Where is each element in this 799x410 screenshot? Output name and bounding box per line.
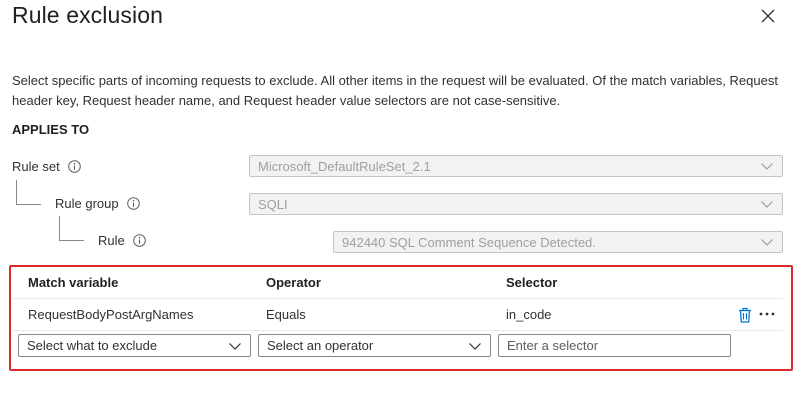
- column-header-operator: Operator: [266, 275, 321, 290]
- rule-dropdown[interactable]: 942440 SQL Comment Sequence Detected.: [333, 231, 783, 253]
- rule-group-value: SQLI: [258, 196, 288, 212]
- chevron-down-icon: [761, 163, 773, 170]
- delete-icon[interactable]: [738, 307, 752, 328]
- info-icon[interactable]: [126, 197, 140, 210]
- tree-connector-rule: [59, 216, 84, 241]
- match-variable-placeholder: Select what to exclude: [27, 338, 158, 353]
- applies-to-heading: APPLIES TO: [12, 122, 90, 137]
- operator-placeholder: Select an operator: [267, 338, 374, 353]
- match-variable-select[interactable]: Select what to exclude: [18, 334, 251, 357]
- rule-group-dropdown[interactable]: SQLI: [249, 193, 783, 215]
- dialog-description: Select specific parts of incoming reques…: [12, 73, 778, 108]
- rule-label-text: Rule: [98, 233, 125, 248]
- info-icon[interactable]: [67, 160, 81, 173]
- row-selector: in_code: [506, 307, 552, 322]
- dialog-title: Rule exclusion: [12, 2, 163, 28]
- more-options-icon[interactable]: [758, 306, 776, 327]
- info-icon[interactable]: [132, 234, 146, 247]
- row-operator: Equals: [266, 307, 306, 322]
- rule-value: 942440 SQL Comment Sequence Detected.: [342, 234, 596, 250]
- chevron-down-icon: [229, 342, 241, 350]
- chevron-down-icon: [761, 201, 773, 208]
- header-divider: [13, 298, 783, 299]
- column-header-selector: Selector: [506, 275, 558, 290]
- rule-set-label-text: Rule set: [12, 159, 60, 174]
- rule-group-label-text: Rule group: [55, 196, 119, 211]
- chevron-down-icon: [469, 342, 481, 350]
- rule-label: Rule: [98, 233, 146, 248]
- operator-select[interactable]: Select an operator: [258, 334, 491, 357]
- tree-connector-rule-group: [16, 180, 41, 205]
- chevron-down-icon: [761, 239, 773, 246]
- rule-set-label: Rule set: [12, 159, 81, 174]
- row-match-variable: RequestBodyPostArgNames: [28, 307, 194, 322]
- rule-set-value: Microsoft_DefaultRuleSet_2.1: [258, 158, 431, 174]
- column-header-match-variable: Match variable: [28, 275, 119, 290]
- rule-set-dropdown[interactable]: Microsoft_DefaultRuleSet_2.1: [249, 155, 783, 177]
- row-divider: [13, 330, 783, 331]
- close-icon[interactable]: [759, 7, 777, 25]
- selector-input[interactable]: [498, 334, 731, 357]
- rule-group-label: Rule group: [55, 196, 140, 211]
